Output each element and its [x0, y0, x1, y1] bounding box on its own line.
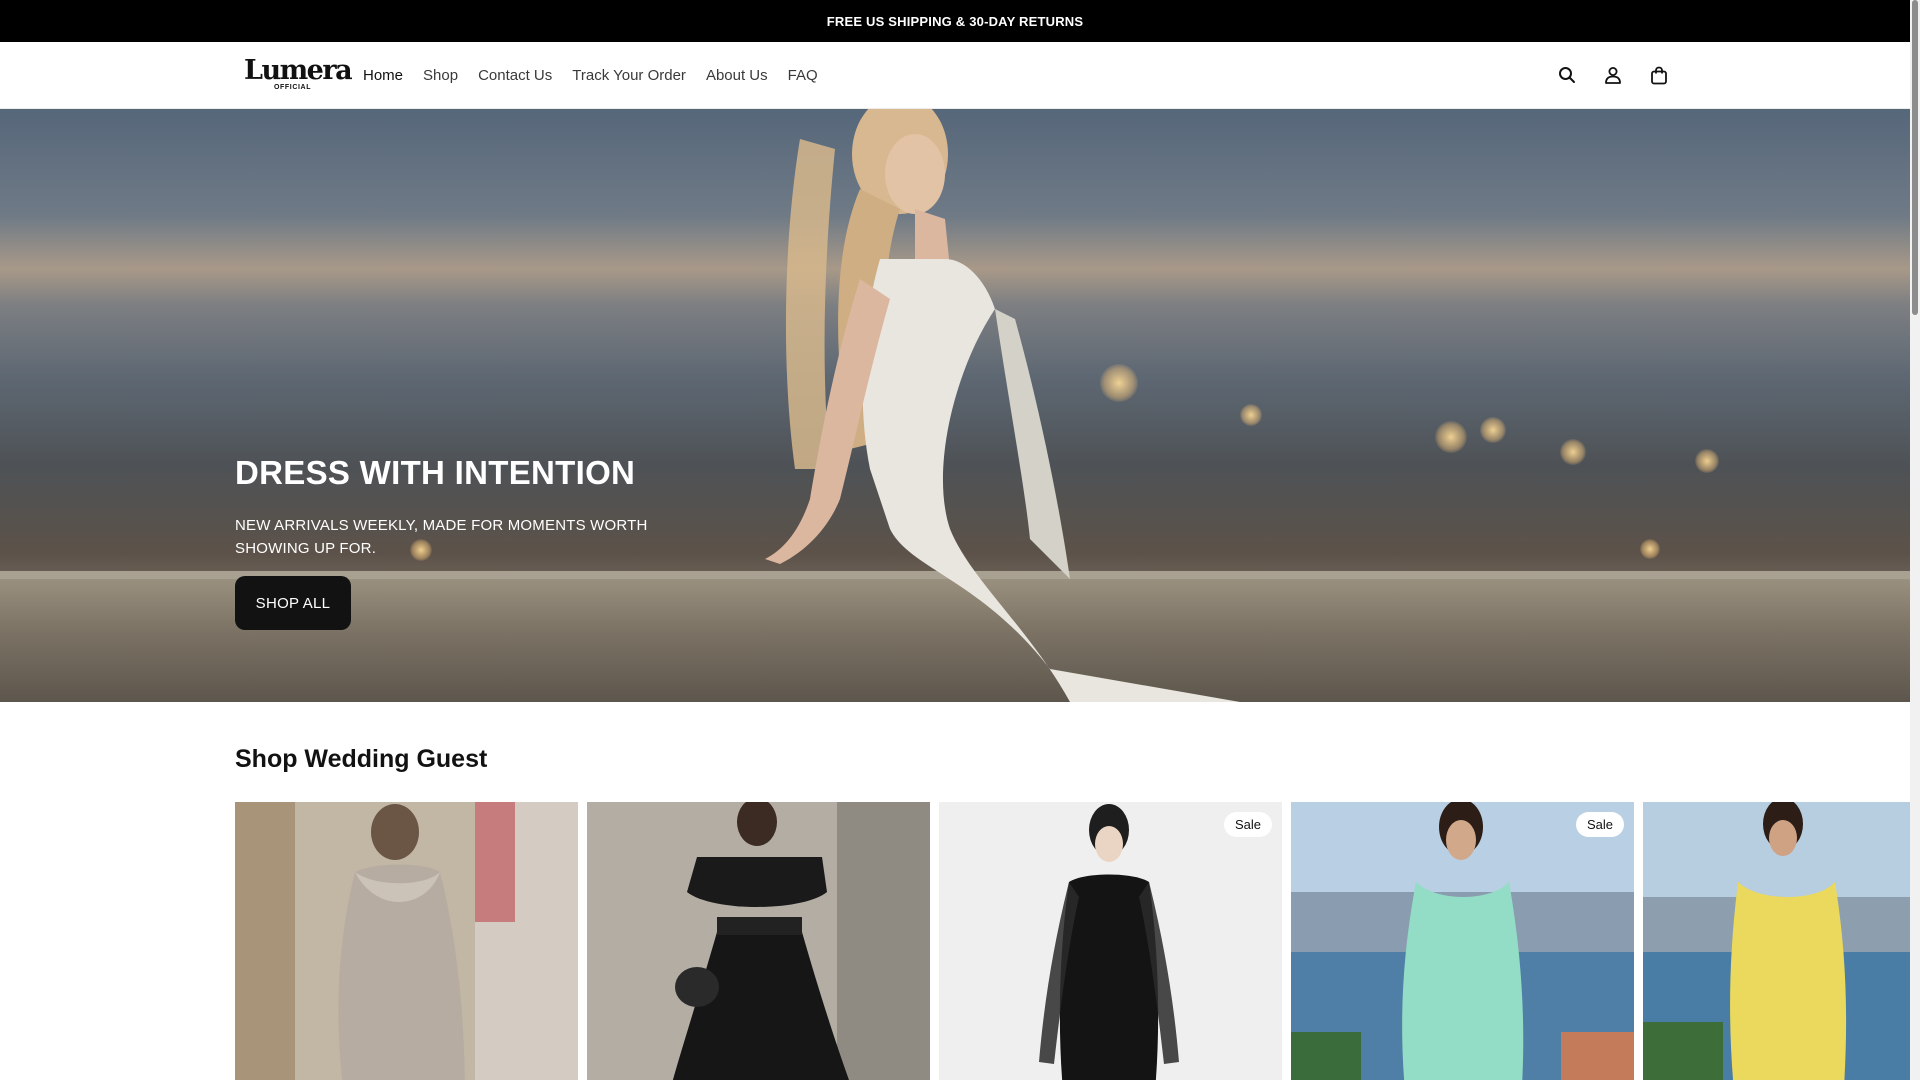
- nav-contact-us[interactable]: Contact Us: [478, 67, 552, 84]
- product-image: [1643, 802, 1910, 1080]
- product-image: [939, 802, 1282, 1080]
- product-image: [1291, 802, 1634, 1080]
- announcement-text: FREE US SHIPPING & 30-DAY RETURNS: [826, 13, 1084, 29]
- hero-subtitle: NEW ARRIVALS WEEKLY, MADE FOR MOMENTS WO…: [235, 517, 648, 557]
- bokeh-light: [1560, 439, 1586, 465]
- product-image: [587, 802, 930, 1080]
- site-header: Lumera OFFICIAL Home Shop Contact Us Tra…: [0, 42, 1910, 109]
- bokeh-light: [1435, 421, 1467, 453]
- logo-wordmark: Lumera: [244, 55, 353, 86]
- product-card[interactable]: [1643, 802, 1910, 1080]
- nav-shop[interactable]: Shop: [423, 67, 458, 84]
- hero-banner: DRESS WITH INTENTION NEW ARRIVALS WEEKLY…: [0, 109, 1910, 702]
- bokeh-light: [1695, 449, 1719, 473]
- main-nav: Home Shop Contact Us Track Your Order Ab…: [363, 42, 818, 109]
- nav-faq[interactable]: FAQ: [788, 67, 818, 84]
- announcement-bar: FREE US SHIPPING & 30-DAY RETURNS: [0, 0, 1910, 42]
- hero-model-image: [765, 109, 1240, 702]
- nav-track-order[interactable]: Track Your Order: [572, 67, 686, 84]
- collection-title: Shop Wedding Guest: [235, 745, 488, 773]
- logo[interactable]: Lumera OFFICIAL: [244, 56, 353, 94]
- hero-content: DRESS WITH INTENTION NEW ARRIVALS WEEKLY…: [235, 454, 715, 630]
- product-carousel: Sale Sale: [235, 802, 1910, 1080]
- bokeh-light: [1640, 539, 1660, 559]
- logo-subtitle: OFFICIAL: [274, 84, 312, 91]
- page-scrollbar[interactable]: [1910, 0, 1920, 1080]
- shop-all-button[interactable]: SHOP ALL: [235, 576, 351, 630]
- sale-badge: Sale: [1223, 812, 1272, 837]
- search-icon[interactable]: [1554, 62, 1580, 88]
- header-actions: [1554, 62, 1672, 90]
- account-icon[interactable]: [1600, 62, 1626, 88]
- product-card[interactable]: Sale: [1291, 802, 1634, 1080]
- product-card[interactable]: Sale: [939, 802, 1282, 1080]
- hero-title: DRESS WITH INTENTION: [235, 454, 636, 491]
- bokeh-light: [1480, 417, 1506, 443]
- product-image: [235, 802, 578, 1080]
- scrollbar-thumb[interactable]: [1912, 0, 1918, 315]
- nav-about-us[interactable]: About Us: [706, 67, 768, 84]
- cart-icon[interactable]: [1646, 62, 1672, 88]
- nav-home[interactable]: Home: [363, 67, 403, 84]
- product-card[interactable]: [235, 802, 578, 1080]
- sale-badge: Sale: [1575, 812, 1624, 837]
- product-card[interactable]: [587, 802, 930, 1080]
